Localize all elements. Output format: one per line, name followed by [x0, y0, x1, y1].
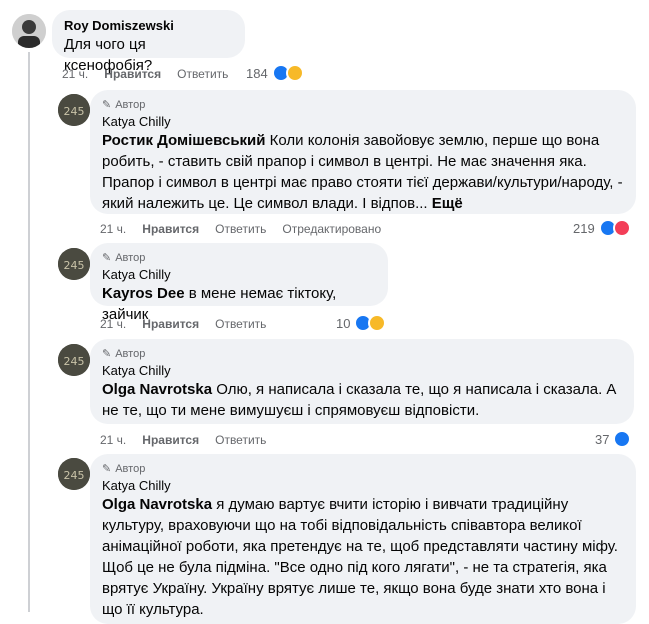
see-more-link[interactable]: Ещё [432, 195, 463, 212]
comment-time[interactable]: 21 ч. [100, 316, 126, 332]
comment-bubble: Roy Domiszewski Для чого ця ксенофобія? [52, 10, 245, 74]
thread-line [28, 52, 30, 612]
comment-author[interactable]: Katya Chilly [102, 114, 624, 130]
reaction-count: 184 [246, 65, 268, 81]
reactions[interactable]: 219 [573, 219, 631, 237]
like-button[interactable]: Нравится [142, 316, 199, 332]
reactions[interactable]: 10 [336, 314, 387, 332]
reply-button[interactable]: Ответить [215, 432, 266, 448]
mention-link[interactable]: Kayros Dee [102, 285, 185, 302]
comment-time[interactable]: 21 ч. [62, 66, 88, 82]
avatar[interactable]: 245 [58, 458, 90, 490]
haha-reaction-icon [368, 314, 387, 332]
avatar[interactable] [12, 14, 46, 48]
reply-button[interactable]: Ответить [215, 316, 266, 332]
comment-text: я думаю вартує вчити історію і вивчати т… [102, 496, 618, 618]
mention-link[interactable]: Ростик Домішевський [102, 132, 265, 149]
comment-actions: 21 ч. Нравится Ответить [100, 432, 282, 448]
author-badge: ✎ Автор [102, 99, 146, 111]
comment-author[interactable]: Katya Chilly [102, 363, 622, 379]
reaction-count: 10 [336, 315, 351, 331]
mention-link[interactable]: Olga Navrotska [102, 496, 212, 513]
comment-author[interactable]: Katya Chilly [102, 267, 376, 283]
comment-actions: 21 ч. Нравится Ответить [100, 316, 282, 332]
svg-text:245: 245 [64, 355, 85, 368]
comment-actions: 21 ч. Нравится Ответить [62, 66, 244, 82]
reactions[interactable]: 184 [246, 64, 304, 82]
author-badge: ✎ Автор [102, 463, 146, 475]
pencil-icon: ✎ [102, 463, 112, 475]
avatar[interactable]: 245 [58, 94, 90, 126]
pencil-icon: ✎ [102, 348, 112, 360]
edited-label[interactable]: Отредактировано [282, 221, 381, 237]
svg-text:245: 245 [64, 469, 85, 482]
comment-bubble: ✎ Автор Katya Chilly Ростик Домішевський … [90, 90, 636, 214]
reaction-count: 37 [595, 431, 610, 447]
comment-time[interactable]: 21 ч. [100, 432, 126, 448]
comment-bubble: ✎ Автор Katya Chilly Kayros Dee в мене не… [90, 243, 388, 323]
reaction-count: 219 [573, 220, 595, 236]
author-badge: ✎ Автор [102, 348, 146, 360]
svg-text:245: 245 [64, 105, 85, 118]
pencil-icon: ✎ [102, 99, 112, 111]
comment-bubble: ✎ Автор Katya Chilly Olga Navrotska я дум… [90, 454, 636, 624]
avatar[interactable]: 245 [58, 248, 90, 280]
avatar[interactable]: 245 [58, 344, 90, 376]
like-button[interactable]: Нравится [142, 221, 199, 237]
mention-link[interactable]: Olga Navrotska [102, 381, 212, 398]
like-reaction-icon [613, 430, 632, 448]
comment-actions: 21 ч. Нравится Ответить Отредактировано [100, 221, 397, 237]
comment-time[interactable]: 21 ч. [100, 221, 126, 237]
love-reaction-icon [612, 219, 631, 237]
svg-text:245: 245 [64, 259, 85, 272]
pencil-icon: ✎ [102, 252, 112, 264]
like-button[interactable]: Нравится [104, 66, 161, 82]
haha-reaction-icon [285, 64, 304, 82]
like-button[interactable]: Нравится [142, 432, 199, 448]
comment-author[interactable]: Katya Chilly [102, 478, 624, 494]
reply-button[interactable]: Ответить [177, 66, 228, 82]
comment-author[interactable]: Roy Domiszewski [64, 18, 233, 34]
reactions[interactable]: 37 [595, 430, 632, 448]
reply-button[interactable]: Ответить [215, 221, 266, 237]
comment-bubble: ✎ Автор Katya Chilly Olga Navrotska Олю, … [90, 339, 634, 424]
author-badge: ✎ Автор [102, 252, 146, 264]
